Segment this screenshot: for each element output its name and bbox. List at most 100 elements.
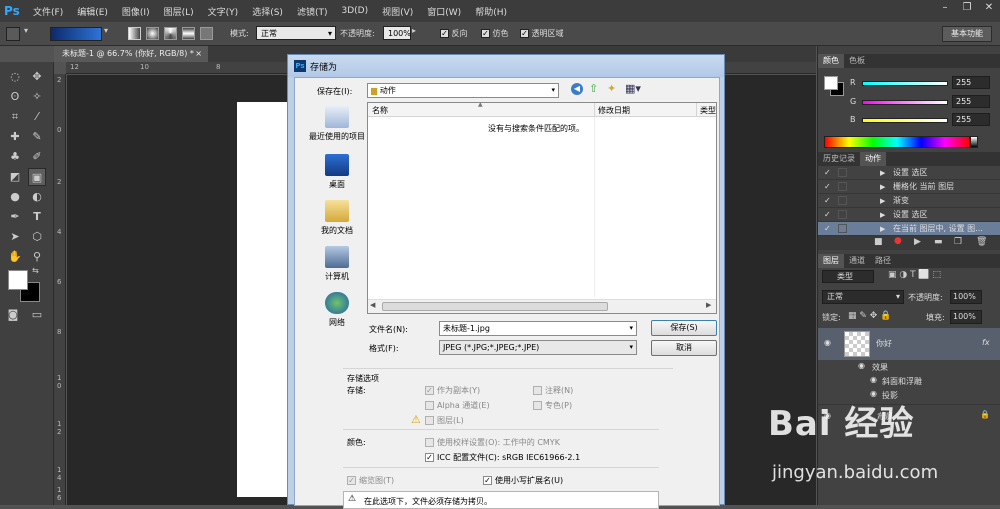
minimize-icon[interactable]: –: [934, 0, 956, 16]
transparency-checkbox[interactable]: ✓ 透明区域: [520, 28, 564, 39]
spot-colors-checkbox[interactable]: 专色(P): [533, 400, 572, 411]
menu-type[interactable]: 文字(Y): [201, 5, 246, 18]
trash-icon[interactable]: 🗑: [976, 237, 987, 247]
new-folder-icon[interactable]: ✦: [607, 82, 616, 95]
tab-channels[interactable]: 通道: [844, 254, 870, 268]
move-icon[interactable]: ✥: [28, 68, 46, 86]
marquee-icon[interactable]: ◌: [6, 68, 24, 86]
path-select-icon[interactable]: ➤: [6, 228, 24, 246]
triangle-right-icon[interactable]: ▶: [880, 166, 885, 180]
eye-icon[interactable]: ◉: [870, 375, 877, 384]
action-row[interactable]: ✓ ▶ 渐变: [818, 194, 1000, 208]
new-action-icon[interactable]: ❐: [954, 237, 962, 247]
screen-mode-icon[interactable]: ▭: [28, 306, 46, 324]
restore-icon[interactable]: ❐: [956, 0, 978, 16]
green-track[interactable]: [862, 100, 948, 105]
effect-row[interactable]: ◉ 斜面和浮雕: [818, 374, 1000, 388]
pen-icon[interactable]: ✒: [6, 208, 24, 226]
effects-row[interactable]: ◉ 效果: [818, 360, 1000, 374]
close-icon[interactable]: ✕: [978, 0, 1000, 16]
tab-paths[interactable]: 路径: [870, 254, 896, 268]
blur-icon[interactable]: ●: [6, 188, 24, 206]
brush-icon[interactable]: ✎: [28, 128, 46, 146]
foreground-color-swatch[interactable]: [8, 270, 28, 290]
menu-file[interactable]: 文件(F): [26, 5, 70, 18]
scroll-thumb[interactable]: [382, 302, 608, 311]
diamond-gradient-icon[interactable]: [200, 27, 213, 40]
folder-icon[interactable]: ▬: [934, 237, 943, 247]
column-name[interactable]: 名称: [372, 105, 388, 116]
document-canvas[interactable]: [237, 102, 289, 497]
place-recent[interactable]: 最近使用的项目: [301, 106, 373, 150]
mode-select[interactable]: 正常 ▾: [256, 26, 336, 40]
fill-input[interactable]: 100%: [950, 310, 982, 324]
triangle-right-icon[interactable]: ▶: [880, 222, 885, 236]
radial-gradient-icon[interactable]: [146, 27, 159, 40]
tool-preset-icon[interactable]: [6, 27, 20, 41]
tab-layers[interactable]: 图层: [818, 254, 844, 268]
document-tab[interactable]: 未标题-1 @ 66.7% (你好, RGB/8) * ×: [54, 46, 208, 62]
healing-brush-icon[interactable]: ✚: [6, 128, 24, 146]
red-value[interactable]: 255: [952, 76, 990, 89]
blue-slider[interactable]: B 255: [844, 113, 1000, 127]
history-brush-icon[interactable]: ✐: [28, 148, 46, 166]
crop-icon[interactable]: ⌗: [6, 108, 24, 126]
action-row[interactable]: ✓ ▶ 栅格化 当前 图层: [818, 180, 1000, 194]
stop-icon[interactable]: ■: [874, 237, 883, 247]
place-network[interactable]: 网络: [301, 292, 373, 336]
filename-input[interactable]: 未标题-1.jpg ▾: [439, 321, 637, 336]
menu-image[interactable]: 图像(I): [115, 5, 157, 18]
place-computer[interactable]: 计算机: [301, 246, 373, 290]
save-in-select[interactable]: ▆ 动作 ▾: [367, 83, 559, 98]
place-desktop[interactable]: 桌面: [301, 154, 373, 198]
magic-wand-icon[interactable]: ✧: [28, 88, 46, 106]
lasso-icon[interactable]: ʘ: [6, 88, 24, 106]
file-list[interactable]: 名称 ▲ 修改日期 类型 没有与搜索条件匹配的项。 ◀ ▶: [367, 101, 717, 314]
triangle-right-icon[interactable]: ▶: [880, 180, 885, 194]
back-icon[interactable]: ◀: [571, 83, 583, 95]
reverse-checkbox[interactable]: ✓ 反向: [440, 28, 468, 39]
cancel-button[interactable]: 取消: [651, 340, 717, 356]
icc-profile-checkbox[interactable]: ✓ ICC 配置文件(C): sRGB IEC61966-2.1: [425, 452, 580, 463]
menu-edit[interactable]: 编辑(E): [70, 5, 115, 18]
quick-mask-icon[interactable]: ◙: [4, 306, 22, 324]
alpha-channels-checkbox[interactable]: Alpha 通道(E): [425, 400, 490, 411]
eraser-icon[interactable]: ◩: [6, 168, 24, 186]
as-copy-checkbox[interactable]: ✓ 作为副本(Y): [425, 385, 480, 396]
close-icon[interactable]: ×: [195, 46, 202, 62]
opacity-input[interactable]: 100%: [383, 26, 411, 40]
hand-icon[interactable]: ✋: [6, 248, 24, 266]
layer-name[interactable]: 你好: [876, 338, 892, 349]
blue-track[interactable]: [862, 118, 948, 123]
swap-colors-icon[interactable]: ⇆: [32, 266, 39, 275]
scroll-left-icon[interactable]: ◀: [370, 301, 375, 309]
menu-view[interactable]: 视图(V): [375, 5, 420, 18]
red-slider[interactable]: R 255: [844, 76, 1000, 90]
layers-checkbox[interactable]: 图层(L): [425, 415, 464, 426]
shape-icon[interactable]: ⬡: [28, 228, 46, 246]
eyedropper-icon[interactable]: ⁄: [28, 108, 46, 126]
green-value[interactable]: 255: [952, 95, 990, 108]
thumbnail-checkbox[interactable]: ✓ 缩览图(T): [347, 475, 394, 486]
fx-icon[interactable]: fx: [982, 338, 990, 347]
gradient-picker[interactable]: [50, 26, 102, 41]
angle-gradient-icon[interactable]: [164, 27, 177, 40]
tab-color[interactable]: 颜色: [818, 54, 844, 68]
menu-layer[interactable]: 图层(L): [157, 5, 201, 18]
tab-history[interactable]: 历史记录: [818, 152, 860, 166]
place-documents[interactable]: 我的文档: [301, 200, 373, 244]
up-folder-icon[interactable]: ⇧: [589, 82, 598, 95]
linear-gradient-icon[interactable]: [128, 27, 141, 40]
foreground-color-swatch[interactable]: [824, 76, 838, 90]
red-track[interactable]: [862, 81, 948, 86]
zoom-icon[interactable]: ⚲: [28, 248, 46, 266]
view-menu-icon[interactable]: ▦▾: [625, 82, 641, 95]
grayscale-ramp[interactable]: [970, 136, 978, 148]
action-row-selected[interactable]: ✓ ▶ 在当前 图层中, 设置 图...: [818, 222, 1000, 236]
tab-swatches[interactable]: 色板: [844, 54, 870, 68]
format-select[interactable]: JPEG (*.JPG;*.JPEG;*.JPE) ▾: [439, 340, 637, 355]
clone-stamp-icon[interactable]: ♣: [6, 148, 24, 166]
column-date[interactable]: 修改日期: [598, 105, 630, 116]
gradient-icon[interactable]: ▣: [28, 168, 46, 186]
notes-checkbox[interactable]: 注释(N): [533, 385, 573, 396]
